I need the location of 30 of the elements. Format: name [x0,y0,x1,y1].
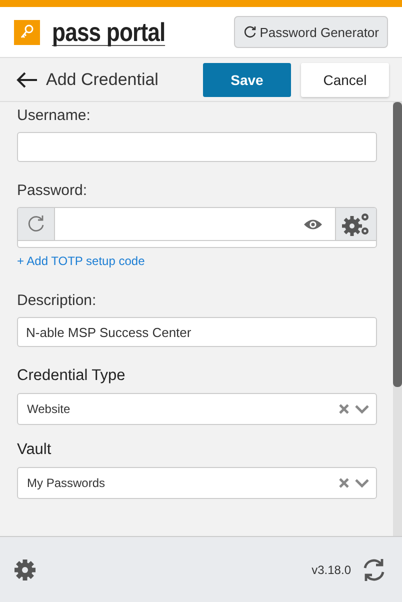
settings-icon[interactable] [13,558,37,582]
cancel-button[interactable]: Cancel [301,62,389,96]
scrollbar-thumb[interactable] [393,102,402,387]
logo-wordmark: pass portal [52,18,166,46]
sync-icon[interactable] [361,556,387,582]
key-icon [14,20,40,44]
regenerate-icon[interactable] [18,208,55,240]
field-label: Credential Type [17,367,126,385]
dropdown-field[interactable]: Website [17,393,377,425]
password-generator-button[interactable]: Password Generator [234,16,388,48]
back-arrow-icon[interactable] [16,70,38,88]
page-title: Add Credential [46,70,160,90]
field-label: Username: [17,107,92,124]
save-button[interactable]: Save [203,62,291,96]
chevron-down-icon[interactable] [354,477,370,489]
clear-icon[interactable] [338,403,350,415]
refresh-icon [242,25,257,39]
add-totp-link[interactable]: + Add TOTP setup code [17,254,145,268]
field-label: Vault [17,441,52,459]
field-label: Description: [17,292,98,309]
field-label: Password: [17,182,88,199]
dropdown-field[interactable]: My Passwords [17,467,377,499]
version-text: v3.18.0 [312,562,351,576]
input-field[interactable]: N-able MSP Success Center [17,317,377,347]
password-field[interactable] [17,207,377,248]
input-field[interactable] [17,132,377,162]
eye-icon[interactable] [303,218,323,230]
clear-icon[interactable] [338,477,350,489]
chevron-down-icon[interactable] [354,403,370,415]
gears-icon[interactable] [335,208,376,240]
